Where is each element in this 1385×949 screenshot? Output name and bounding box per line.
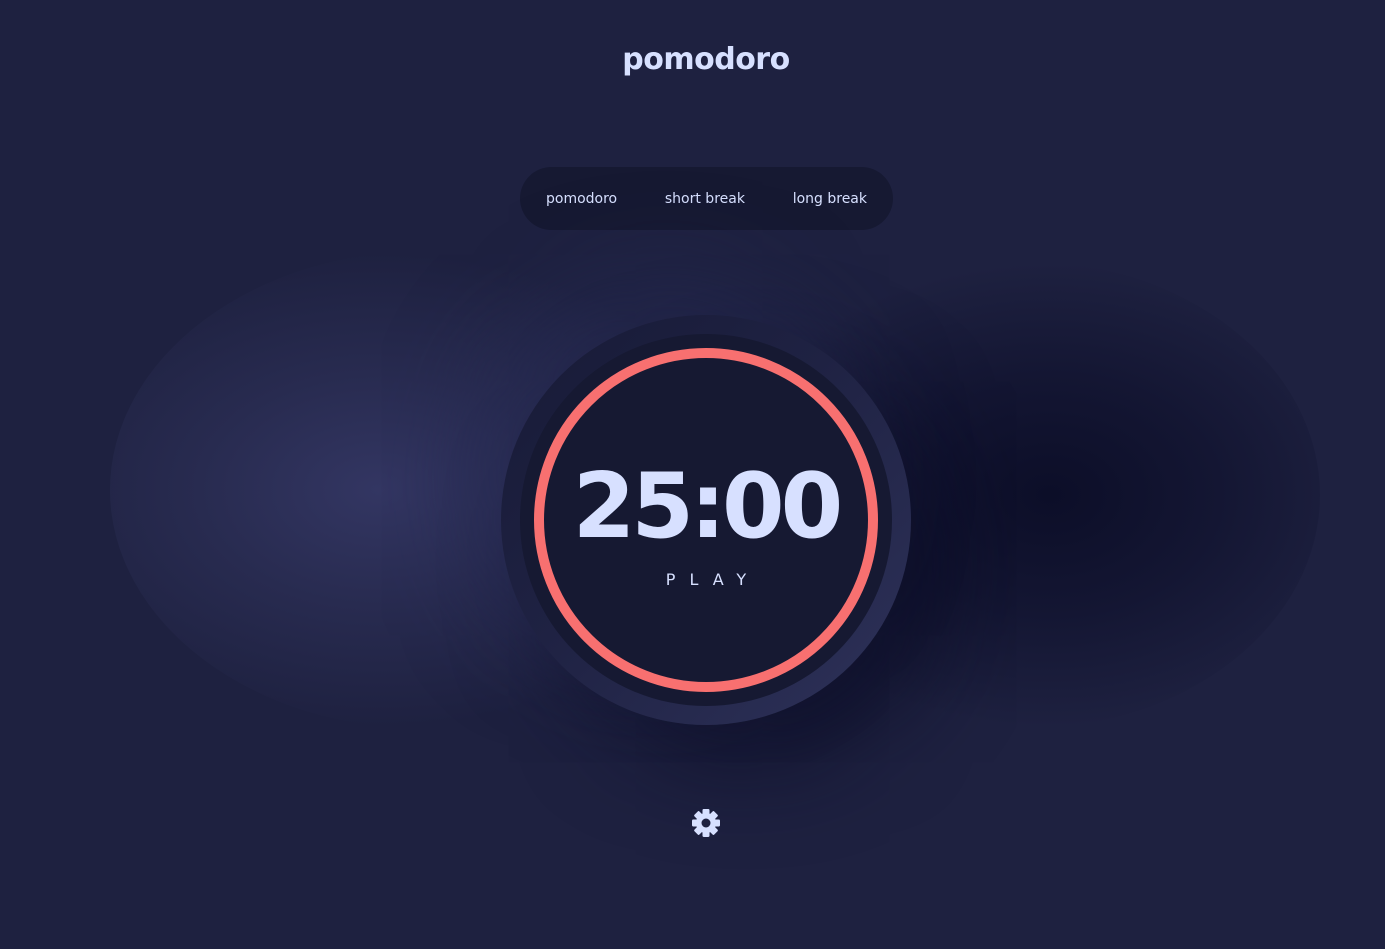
settings-button[interactable] <box>690 807 722 839</box>
gear-icon <box>692 809 720 837</box>
tab-long-break[interactable]: long break <box>777 181 883 217</box>
play-button[interactable]: PLAY <box>520 570 892 589</box>
mode-tabs: pomodoro short break long break <box>520 167 893 230</box>
timer-display: 25:00 <box>572 454 843 559</box>
app-title: pomodoro <box>622 42 790 77</box>
tab-short-break[interactable]: short break <box>649 181 761 217</box>
tab-pomodoro[interactable]: pomodoro <box>530 181 633 217</box>
